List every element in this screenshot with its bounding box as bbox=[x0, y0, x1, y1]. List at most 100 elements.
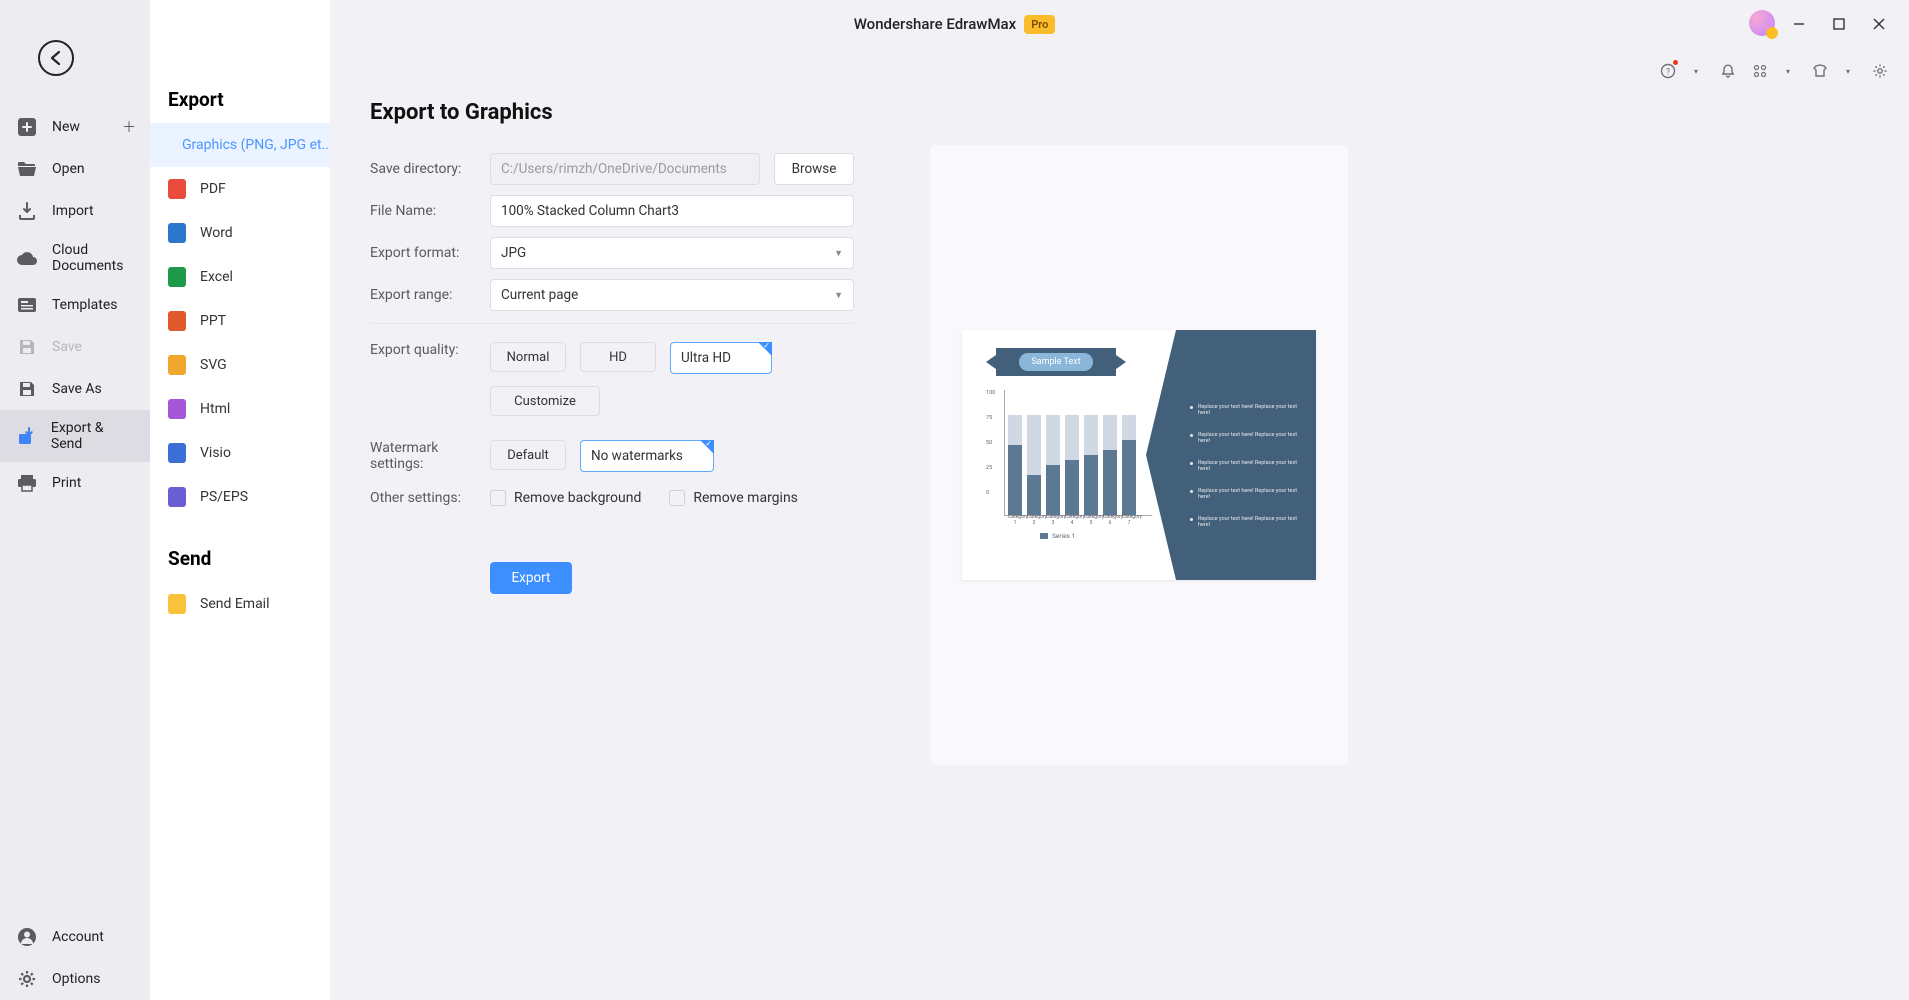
export-format-select[interactable]: JPG▼ bbox=[490, 237, 854, 269]
bell-button[interactable] bbox=[1713, 56, 1743, 86]
sidebar-item-export[interactable]: Export & Send bbox=[0, 410, 150, 462]
export-icon bbox=[16, 425, 37, 447]
ppt-icon bbox=[168, 311, 186, 331]
svg-icon bbox=[168, 355, 186, 375]
preview-thumbnail: Sample Text 1007550250 Category 1Categor… bbox=[962, 330, 1316, 580]
divider bbox=[370, 323, 854, 324]
templates-icon bbox=[16, 294, 38, 316]
quality-hd-button[interactable]: HD bbox=[580, 342, 656, 372]
other-settings-label: Other settings: bbox=[370, 490, 490, 506]
export-button[interactable]: Export bbox=[490, 562, 572, 594]
sidebar-item-label: Save bbox=[52, 339, 82, 355]
minimize-button[interactable] bbox=[1779, 0, 1819, 48]
send-heading: Send bbox=[150, 519, 330, 582]
watermark-default-button[interactable]: Default bbox=[490, 440, 566, 470]
sidebar-item-label: Open bbox=[52, 161, 85, 177]
pseps-icon bbox=[168, 487, 186, 507]
help-caret-icon: ▾ bbox=[1681, 56, 1711, 86]
sidebar-item-label: Cloud Documents bbox=[52, 242, 134, 274]
browse-button[interactable]: Browse bbox=[774, 153, 854, 185]
filename-input[interactable] bbox=[490, 195, 854, 227]
sidebar-item-open[interactable]: Open bbox=[0, 148, 150, 190]
preview-bullets: Replace your text here! Replace your tex… bbox=[1190, 404, 1308, 528]
pro-badge: Pro bbox=[1024, 15, 1055, 34]
keyboard-button[interactable] bbox=[1745, 56, 1775, 86]
keyboard-caret-icon: ▾ bbox=[1773, 56, 1803, 86]
quality-ultrahd-button[interactable]: Ultra HD bbox=[670, 342, 772, 374]
filename-label: File Name: bbox=[370, 203, 490, 219]
close-button[interactable] bbox=[1859, 0, 1899, 48]
back-button[interactable] bbox=[38, 40, 74, 76]
sidebar-item-new[interactable]: New ＋ bbox=[0, 106, 150, 148]
excel-icon bbox=[168, 267, 186, 287]
maximize-button[interactable] bbox=[1819, 0, 1859, 48]
quality-customize-button[interactable]: Customize bbox=[490, 386, 600, 416]
remove-background-checkbox[interactable] bbox=[490, 490, 506, 506]
format-item-graphics[interactable]: Graphics (PNG, JPG et... bbox=[150, 123, 330, 167]
sidebar-item-label: Templates bbox=[52, 297, 118, 313]
format-label: Visio bbox=[200, 445, 231, 461]
format-item-ppt[interactable]: PPT bbox=[150, 299, 330, 343]
export-format-sidebar: Export Graphics (PNG, JPG et... PDFWord Ex… bbox=[150, 0, 330, 1000]
format-item-word[interactable]: Word bbox=[150, 211, 330, 255]
format-item-email[interactable]: Send Email bbox=[150, 582, 330, 626]
format-label: PS/EPS bbox=[200, 489, 248, 505]
sidebar-item-label: Import bbox=[52, 203, 94, 219]
format-item-pseps[interactable]: PS/EPS bbox=[150, 475, 330, 519]
quality-normal-button[interactable]: Normal bbox=[490, 342, 566, 372]
account-icon bbox=[16, 926, 38, 948]
visio-icon bbox=[168, 443, 186, 463]
sidebar-item-label: Save As bbox=[52, 381, 102, 397]
export-format-label: Export format: bbox=[370, 245, 490, 261]
preview-chart: 1007550250 Category 1Category 2Category … bbox=[986, 390, 1156, 540]
sidebar-item-cloud[interactable]: Cloud Documents bbox=[0, 232, 150, 284]
sidebar-item-import[interactable]: Import bbox=[0, 190, 150, 232]
format-label: PPT bbox=[200, 313, 226, 329]
remove-margins-checkbox[interactable] bbox=[669, 490, 685, 506]
new-plus-icon[interactable]: ＋ bbox=[122, 117, 136, 137]
sidebar-item-account[interactable]: Account bbox=[0, 916, 150, 958]
preview-panel: Sample Text 1007550250 Category 1Categor… bbox=[930, 145, 1348, 765]
app-title: Wondershare EdrawMax bbox=[854, 15, 1017, 33]
primary-sidebar: New ＋ Open Import Cloud Documents Templates Sa… bbox=[0, 0, 150, 1000]
format-item-svg[interactable]: SVG bbox=[150, 343, 330, 387]
options-icon bbox=[16, 968, 38, 990]
save-directory-field[interactable]: C:/Users/rimzh/OneDrive/Documents bbox=[490, 153, 760, 185]
preview-ribbon: Sample Text bbox=[996, 348, 1116, 376]
save-icon bbox=[16, 336, 38, 358]
format-item-visio[interactable]: Visio bbox=[150, 431, 330, 475]
print-icon bbox=[16, 472, 38, 494]
html-icon bbox=[168, 399, 186, 419]
export-range-select[interactable]: Current page▼ bbox=[490, 279, 854, 311]
open-icon bbox=[16, 158, 38, 180]
sidebar-item-label: Account bbox=[52, 929, 104, 945]
watermark-label: Watermark settings: bbox=[370, 440, 490, 472]
format-item-pdf[interactable]: PDF bbox=[150, 167, 330, 211]
format-label: Excel bbox=[200, 269, 233, 285]
format-item-excel[interactable]: Excel bbox=[150, 255, 330, 299]
gear-button[interactable] bbox=[1865, 56, 1895, 86]
email-icon bbox=[168, 594, 186, 614]
sidebar-item-templates[interactable]: Templates bbox=[0, 284, 150, 326]
import-icon bbox=[16, 200, 38, 222]
remove-margins-label: Remove margins bbox=[693, 490, 798, 506]
sidebar-item-print[interactable]: Print bbox=[0, 462, 150, 504]
export-heading: Export bbox=[150, 0, 330, 123]
sidebar-item-label: Print bbox=[52, 475, 81, 491]
format-item-html[interactable]: Html bbox=[150, 387, 330, 431]
avatar-button[interactable] bbox=[1749, 10, 1775, 36]
sidebar-item-options[interactable]: Options bbox=[0, 958, 150, 1000]
pdf-icon bbox=[168, 179, 186, 199]
format-label: Graphics (PNG, JPG et... bbox=[182, 137, 330, 153]
export-quality-label: Export quality: bbox=[370, 342, 490, 358]
format-label: Send Email bbox=[200, 596, 270, 612]
watermark-none-button[interactable]: No watermarks bbox=[580, 440, 714, 472]
page-title: Export to Graphics bbox=[370, 100, 1869, 125]
sidebar-item-label: New bbox=[52, 119, 80, 135]
shirt-button[interactable] bbox=[1805, 56, 1835, 86]
sidebar-item-label: Export & Send bbox=[51, 420, 134, 452]
saveas-icon bbox=[16, 378, 38, 400]
sidebar-item-saveas[interactable]: Save As bbox=[0, 368, 150, 410]
help-button[interactable]: ? bbox=[1653, 56, 1683, 86]
svg-text:?: ? bbox=[1666, 68, 1670, 78]
